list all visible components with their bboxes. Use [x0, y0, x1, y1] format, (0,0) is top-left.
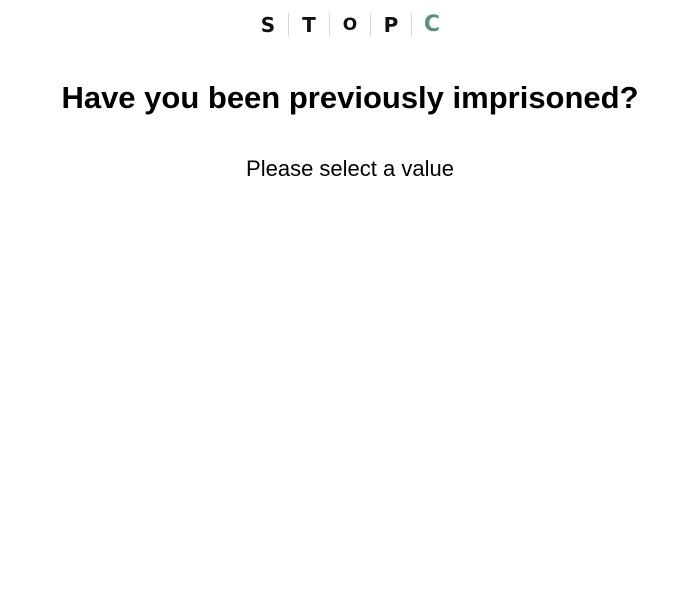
- logo-letter-s: S: [260, 13, 276, 37]
- question-title: Have you been previously imprisoned?: [61, 80, 639, 115]
- logo-letter-o: O: [342, 15, 358, 35]
- logo-letter-c: C: [423, 12, 441, 37]
- logo-letter-p: P: [383, 13, 399, 37]
- stopc-logo: S T O P C: [0, 12, 700, 38]
- select-value-prompt: Please select a value: [246, 156, 454, 181]
- logo-letter-t: T: [302, 13, 316, 37]
